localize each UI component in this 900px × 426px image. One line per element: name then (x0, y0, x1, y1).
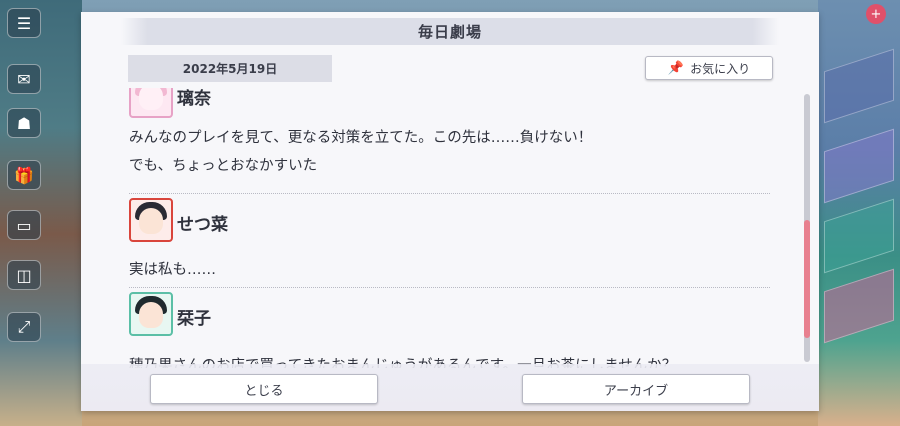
notification-badge[interactable]: + (866, 4, 886, 24)
entry-divider (129, 193, 770, 194)
dialog-footer: とじる アーカイブ (81, 364, 819, 411)
window-icon: ◫ (16, 265, 32, 285)
avatar-rina (129, 88, 173, 118)
chat-icon: ✉ (17, 69, 31, 89)
scrollbar[interactable] (804, 94, 810, 362)
dialogue-line: みんなのプレイを見て、更なる対策を立てた。この先は……負けない！ (129, 130, 593, 146)
speaker-name: 栞子 (177, 309, 211, 329)
pushpin-icon: 📌 (667, 60, 685, 76)
dialogue-entry: せつ菜 実は私も…… (129, 198, 770, 288)
dialog-title-bar: 毎日劇場 (121, 18, 779, 45)
scrollbar-thumb[interactable] (804, 220, 810, 338)
gift-icon: 🎁 (14, 165, 34, 185)
entry-divider (129, 287, 770, 288)
side-button-chat[interactable]: ✉ (7, 64, 41, 94)
archive-button[interactable]: アーカイブ (522, 374, 750, 404)
side-button-window[interactable]: ◫ (7, 260, 41, 290)
dialogue-line: 実は私も…… (129, 262, 216, 278)
hamburger-icon: ☰ (16, 13, 32, 33)
favorite-label: お気に入り (690, 61, 751, 76)
dialogue-line: でも、ちょっとおなかすいた (129, 158, 318, 174)
screen-icon: ▭ (16, 215, 32, 235)
menu-button[interactable]: ☰ (7, 8, 41, 38)
close-button[interactable]: とじる (150, 374, 378, 404)
dialog-title: 毎日劇場 (417, 23, 482, 41)
side-button-fullscreen[interactable]: ⤢ (7, 312, 41, 342)
side-button-stamp[interactable]: ☗ (7, 108, 41, 138)
favorite-button[interactable]: 📌 お気に入り (645, 56, 773, 80)
date-label: 2022年5月19日 (128, 55, 332, 82)
side-button-gift[interactable]: 🎁 (7, 160, 41, 190)
dialogue-scroll-area[interactable]: 璃奈 みんなのプレイを見て、更なる対策を立てた。この先は……負けない！ でも、ち… (81, 88, 819, 368)
speaker-name: せつ菜 (177, 215, 228, 235)
side-button-screen[interactable]: ▭ (7, 210, 41, 240)
stamp-icon: ☗ (16, 113, 32, 133)
avatar-setsuna (129, 198, 173, 242)
dialogue-entry: 璃奈 みんなのプレイを見て、更なる対策を立てた。この先は……負けない！ でも、ち… (129, 88, 770, 184)
dialogue-entry: 栞子 穂乃果さんのお店で買ってきたおまんじゅうがあるんです。一旦お茶にしませんか… (129, 292, 770, 368)
fullscreen-icon: ⤢ (17, 317, 31, 336)
avatar-shioriko (129, 292, 173, 336)
daily-theater-dialog: 毎日劇場 2022年5月19日 📌 お気に入り 璃奈 みんなのプレイを見て、更な… (81, 12, 819, 411)
speaker-name: 璃奈 (177, 89, 211, 109)
